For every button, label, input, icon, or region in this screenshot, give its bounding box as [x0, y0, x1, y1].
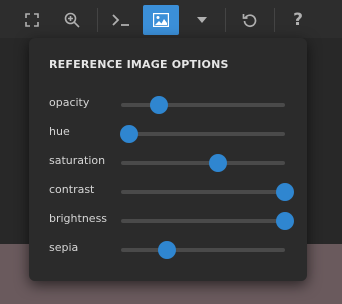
terminal-icon	[111, 13, 131, 27]
slider-row-sepia: sepia	[29, 238, 307, 260]
contrast-slider[interactable]	[121, 183, 294, 201]
zoom-in-icon	[64, 12, 80, 28]
opacity-slider[interactable]	[121, 96, 285, 114]
slider-thumb[interactable]	[157, 241, 176, 259]
slider-thumb[interactable]	[276, 212, 294, 230]
undo-button[interactable]	[236, 5, 264, 35]
dropdown-button[interactable]	[188, 5, 216, 35]
sepia-slider[interactable]	[121, 241, 285, 259]
panel-title: REFERENCE IMAGE OPTIONS	[49, 58, 229, 71]
slider-label: brightness	[49, 212, 108, 225]
slider-label: hue	[49, 125, 70, 138]
slider-label: opacity	[49, 96, 90, 109]
reference-image-options-panel: REFERENCE IMAGE OPTIONS opacity hue satu…	[29, 38, 307, 281]
help-icon: ?	[293, 10, 303, 30]
toolbar: ?	[0, 0, 342, 38]
slider-label: contrast	[49, 183, 95, 196]
slider-thumb[interactable]	[208, 154, 227, 172]
saturation-slider[interactable]	[121, 154, 285, 172]
slider-row-saturation: saturation	[29, 151, 307, 173]
slider-label: saturation	[49, 154, 106, 167]
slider-label: sepia	[49, 241, 79, 254]
hue-slider[interactable]	[120, 125, 285, 143]
slider-thumb[interactable]	[276, 183, 294, 201]
slider-row-contrast: contrast	[29, 180, 307, 202]
slider-row-opacity: opacity	[29, 93, 307, 115]
undo-icon	[242, 12, 258, 28]
help-button[interactable]: ?	[284, 5, 312, 35]
terminal-button[interactable]	[106, 5, 136, 35]
image-icon	[153, 13, 169, 27]
fullscreen-icon	[25, 13, 39, 27]
fullscreen-button[interactable]	[18, 5, 46, 35]
slider-row-brightness: brightness	[29, 209, 307, 231]
slider-row-hue: hue	[29, 122, 307, 144]
slider-thumb[interactable]	[149, 96, 168, 114]
brightness-slider[interactable]	[121, 212, 294, 230]
toolbar-separator	[97, 8, 98, 32]
toolbar-separator	[225, 8, 226, 32]
zoom-in-button[interactable]	[58, 5, 86, 35]
reference-image-button[interactable]	[143, 5, 179, 35]
slider-thumb[interactable]	[120, 125, 139, 143]
toolbar-separator	[274, 8, 275, 32]
dropdown-caret-icon	[197, 17, 207, 23]
